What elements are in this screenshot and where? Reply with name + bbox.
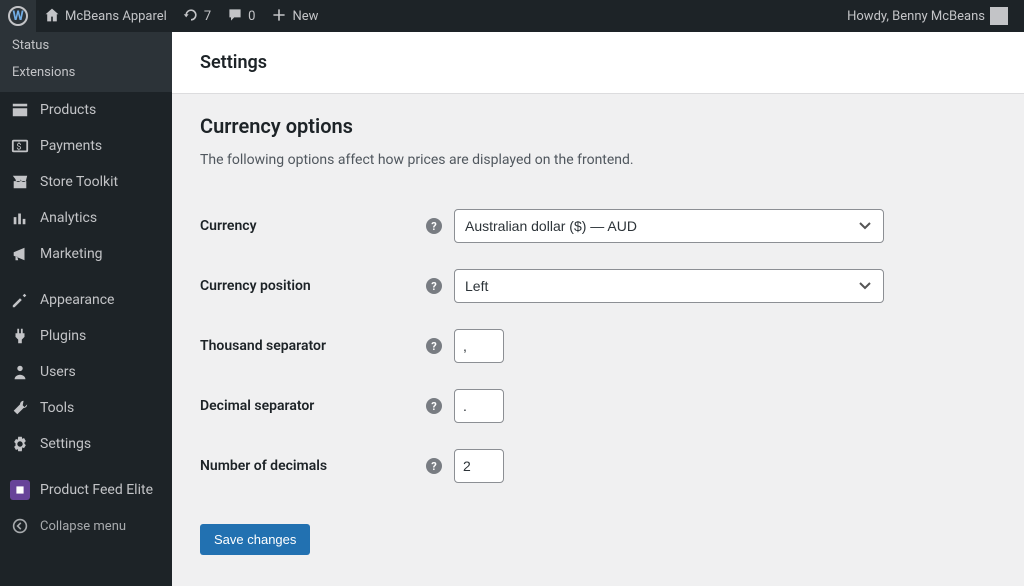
svg-text:$: $ <box>16 142 21 153</box>
feed-icon <box>10 480 30 500</box>
submenu-item-extensions[interactable]: Extensions <box>0 59 172 86</box>
save-changes-button[interactable]: Save changes <box>200 524 310 555</box>
products-icon <box>10 100 30 120</box>
sidebar-item-analytics[interactable]: Analytics <box>0 200 172 236</box>
appearance-icon <box>10 290 30 310</box>
currency-options-form: Currency ? Australian dollar ($) — AUD C… <box>200 196 996 496</box>
row-number-decimals: Number of decimals ? <box>200 436 996 496</box>
page-title: Settings <box>200 52 996 73</box>
my-account-link[interactable]: Howdy, Benny McBeans <box>839 0 1016 32</box>
new-content-link[interactable]: New <box>263 0 326 32</box>
currency-position-select[interactable]: Left <box>454 269 884 303</box>
users-icon <box>10 362 30 382</box>
updates-icon <box>183 7 199 26</box>
site-name: McBeans Apparel <box>65 9 167 24</box>
number-of-decimals-input[interactable] <box>454 449 504 483</box>
label-decimal-separator: Decimal separator <box>200 394 426 418</box>
sidebar-item-users[interactable]: Users <box>0 354 172 390</box>
sidebar-item-label: Payments <box>40 137 102 155</box>
wp-logo-menu[interactable]: W <box>0 0 36 32</box>
label-thousand-separator: Thousand separator <box>200 334 426 358</box>
row-thousand-separator: Thousand separator ? <box>200 316 996 376</box>
sidebar-item-marketing[interactable]: Marketing <box>0 236 172 272</box>
updates-count: 7 <box>204 9 211 24</box>
sidebar-item-label: Marketing <box>40 245 103 263</box>
wordpress-logo-icon: W <box>8 6 28 26</box>
label-currency-position: Currency position <box>200 274 426 298</box>
sidebar-item-product-feed[interactable]: Product Feed Elite <box>0 472 172 508</box>
new-label: New <box>292 9 318 24</box>
row-currency-position: Currency position ? Left <box>200 256 996 316</box>
store-icon <box>10 172 30 192</box>
plus-icon <box>271 7 287 26</box>
thousand-separator-input[interactable] <box>454 329 504 363</box>
comments-icon <box>227 7 243 26</box>
menu-separator <box>0 272 172 282</box>
row-decimal-separator: Decimal separator ? <box>200 376 996 436</box>
sidebar-item-products[interactable]: Products <box>0 92 172 128</box>
collapse-label: Collapse menu <box>40 519 126 534</box>
collapse-icon <box>10 516 30 536</box>
updates-link[interactable]: 7 <box>175 0 219 32</box>
home-icon <box>44 7 60 26</box>
settings-panel: Currency options The following options a… <box>172 94 1024 575</box>
sidebar-item-label: Appearance <box>40 291 114 309</box>
help-icon[interactable]: ? <box>426 458 442 474</box>
howdy-text: Howdy, Benny McBeans <box>847 9 985 24</box>
sidebar-item-label: Users <box>40 363 76 381</box>
analytics-icon <box>10 208 30 228</box>
payments-icon: $ <box>10 136 30 156</box>
submenu-item-status[interactable]: Status <box>0 32 172 59</box>
comments-count: 0 <box>248 9 255 24</box>
help-icon[interactable]: ? <box>426 218 442 234</box>
help-icon[interactable]: ? <box>426 278 442 294</box>
page-header-panel: Settings <box>172 32 1024 94</box>
label-currency: Currency <box>200 214 426 238</box>
marketing-icon <box>10 244 30 264</box>
site-name-link[interactable]: McBeans Apparel <box>36 0 175 32</box>
label-number-decimals: Number of decimals <box>200 454 426 478</box>
main-content: Settings Currency options The following … <box>172 32 1024 586</box>
plugins-icon <box>10 326 30 346</box>
admin-sidebar: Status Extensions Products $ Payments St… <box>0 32 172 586</box>
sidebar-item-label: Product Feed Elite <box>40 481 153 499</box>
section-description: The following options affect how prices … <box>200 152 996 168</box>
admin-bar-right: Howdy, Benny McBeans <box>839 0 1016 32</box>
admin-bar-left: W McBeans Apparel 7 0 New <box>0 0 326 32</box>
sidebar-item-settings[interactable]: Settings <box>0 426 172 462</box>
avatar <box>990 7 1008 25</box>
settings-icon <box>10 434 30 454</box>
sidebar-item-payments[interactable]: $ Payments <box>0 128 172 164</box>
sidebar-item-label: Plugins <box>40 327 86 345</box>
help-icon[interactable]: ? <box>426 338 442 354</box>
sidebar-item-appearance[interactable]: Appearance <box>0 282 172 318</box>
sidebar-item-store-toolkit[interactable]: Store Toolkit <box>0 164 172 200</box>
row-currency: Currency ? Australian dollar ($) — AUD <box>200 196 996 256</box>
comments-link[interactable]: 0 <box>219 0 263 32</box>
woocommerce-submenu: Status Extensions <box>0 32 172 92</box>
sidebar-item-plugins[interactable]: Plugins <box>0 318 172 354</box>
sidebar-item-label: Store Toolkit <box>40 173 118 191</box>
collapse-menu[interactable]: Collapse menu <box>0 508 172 544</box>
menu-separator <box>0 462 172 472</box>
decimal-separator-input[interactable] <box>454 389 504 423</box>
sidebar-item-label: Analytics <box>40 209 97 227</box>
currency-select[interactable]: Australian dollar ($) — AUD <box>454 209 884 243</box>
help-icon[interactable]: ? <box>426 398 442 414</box>
sidebar-item-label: Settings <box>40 435 91 453</box>
sidebar-item-tools[interactable]: Tools <box>0 390 172 426</box>
admin-bar: W McBeans Apparel 7 0 New <box>0 0 1024 32</box>
tools-icon <box>10 398 30 418</box>
section-title: Currency options <box>200 114 996 138</box>
sidebar-item-label: Products <box>40 101 96 119</box>
sidebar-item-label: Tools <box>40 399 74 417</box>
